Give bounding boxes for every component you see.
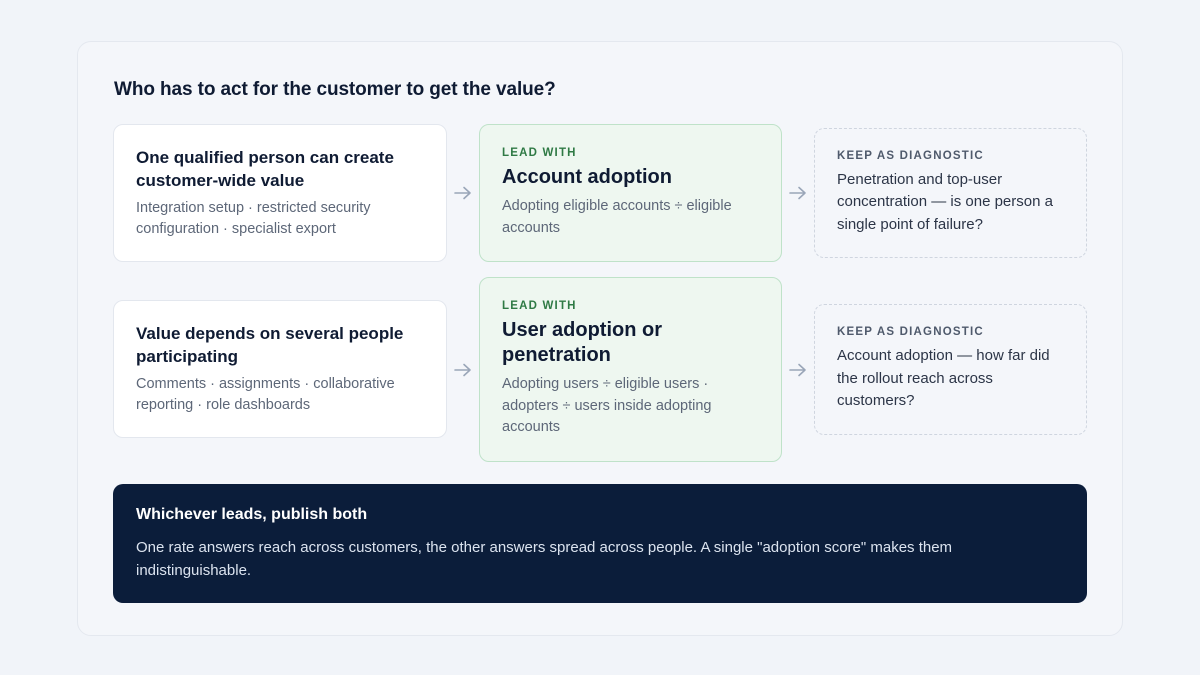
- arrow-right-icon: [788, 363, 808, 377]
- arrow-right-icon: [788, 186, 808, 200]
- page-title: Who has to act for the customer to get t…: [114, 79, 556, 100]
- scenario-title: Value depends on several people particip…: [136, 323, 404, 366]
- lead-card-user-adoption: LEAD WITH User adoption or penetration A…: [479, 277, 782, 462]
- arrow-right-icon: [453, 186, 473, 200]
- lead-formula: Adopting eligible accounts ÷ eligible ac…: [502, 198, 732, 236]
- summary-banner: Whichever leads, publish both One rate a…: [113, 484, 1087, 603]
- diagnostic-eyebrow: KEEP AS DIAGNOSTIC: [837, 149, 984, 162]
- lead-eyebrow: LEAD WITH: [502, 147, 577, 159]
- diagnostic-eyebrow: KEEP AS DIAGNOSTIC: [837, 326, 984, 339]
- lead-metric: User adoption or penetration: [502, 319, 663, 367]
- arrow-right-icon: [453, 363, 473, 377]
- lead-metric: Account adoption: [502, 166, 672, 188]
- banner-title: Whichever leads, publish both: [136, 506, 368, 523]
- scenario-card-several-people: Value depends on several people particip…: [113, 300, 447, 438]
- diagnostic-text: Penetration and top-user concentration —…: [837, 170, 1053, 233]
- diagnostic-card-penetration: KEEP AS DIAGNOSTIC Penetration and top-u…: [814, 128, 1087, 258]
- lead-formula: Adopting users ÷ eligible users · adopte…: [502, 376, 712, 436]
- scenario-examples: Comments · assignments · collaborative r…: [136, 375, 395, 414]
- lead-card-account-adoption: LEAD WITH Account adoption Adopting elig…: [479, 124, 782, 262]
- lead-eyebrow: LEAD WITH: [502, 300, 577, 313]
- scenario-card-single-person: One qualified person can create customer…: [113, 124, 447, 262]
- diagnostic-text: Account adoption — how far did the rollo…: [837, 347, 1050, 410]
- scenario-examples: Integration setup · restricted security …: [136, 199, 371, 238]
- banner-body: One rate answers reach across customers,…: [136, 539, 953, 579]
- scenario-title: One qualified person can create customer…: [136, 147, 394, 190]
- diagnostic-card-account-adoption: KEEP AS DIAGNOSTIC Account adoption — ho…: [814, 304, 1087, 435]
